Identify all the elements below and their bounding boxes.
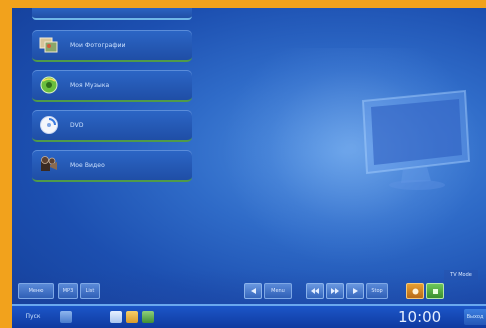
menu-item-label: Моя Музыка [70, 81, 110, 89]
menu-button[interactable]: Меню [18, 283, 54, 299]
record-button[interactable] [406, 283, 424, 299]
fast-forward-icon [331, 288, 339, 294]
explorer-icon[interactable] [110, 311, 122, 323]
menu-item-dvd[interactable]: DVD [32, 110, 192, 142]
window-icon[interactable] [60, 311, 72, 323]
music-icon [38, 74, 60, 96]
stop-button[interactable]: Stop [366, 283, 388, 299]
list-button[interactable]: List [80, 283, 100, 299]
options-icon [432, 288, 438, 294]
menu-item-label: Мои Фотографии [70, 41, 126, 49]
menu-item-my-video[interactable]: Мое Видео [32, 150, 192, 182]
media-icon[interactable] [142, 311, 154, 323]
clock: 10:00 [398, 308, 442, 326]
monitor-illustration [361, 89, 471, 190]
mp3-button[interactable]: MP3 [58, 283, 78, 299]
menu-item-my-photos[interactable]: Мои Фотографии [32, 30, 192, 62]
folder-icon[interactable] [126, 311, 138, 323]
start-button[interactable]: Пуск [14, 309, 52, 325]
menu-top-item[interactable] [32, 8, 192, 20]
menu-mid-button[interactable]: Menu [264, 283, 292, 299]
tv-mode-label[interactable]: TV Mode [444, 270, 478, 280]
dvd-icon [38, 114, 60, 136]
previous-button[interactable] [244, 283, 262, 299]
options-button[interactable] [426, 283, 444, 299]
menu-item-label: Мое Видео [70, 161, 105, 169]
menu-item-label: DVD [70, 121, 84, 129]
fast-forward-button[interactable] [326, 283, 344, 299]
record-icon [412, 288, 418, 294]
photos-icon [38, 34, 60, 56]
media-center-screen: Мои Фотографии Моя Музыка DVD Мое Видео … [12, 8, 486, 328]
rewind-button[interactable] [306, 283, 324, 299]
menu-item-my-music[interactable]: Моя Музыка [32, 70, 192, 102]
taskbar: Пуск 10:00 Выход [12, 306, 486, 328]
previous-icon [251, 288, 256, 294]
video-icon [38, 154, 60, 176]
exit-button[interactable]: Выход [464, 309, 486, 325]
rewind-icon [311, 288, 319, 294]
play-icon [353, 288, 358, 294]
play-button[interactable] [346, 283, 364, 299]
